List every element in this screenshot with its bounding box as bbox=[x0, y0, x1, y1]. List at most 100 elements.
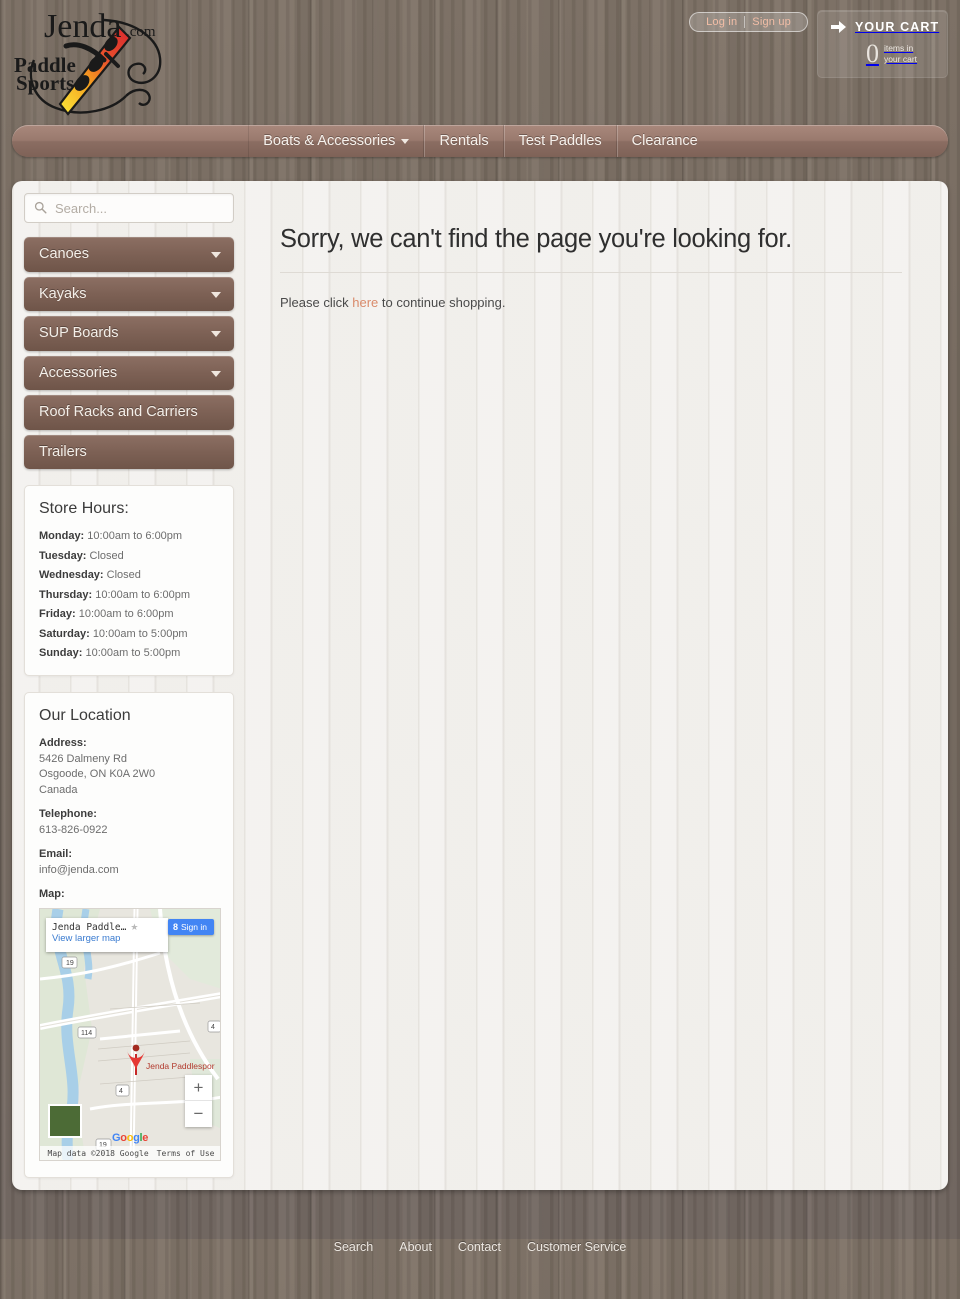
sidebar-item-label: Roof Racks and Carriers bbox=[39, 404, 198, 421]
sidebar-item-label: SUP Boards bbox=[39, 325, 119, 342]
page-message: Please click here to continue shopping. bbox=[280, 295, 902, 310]
map-label: Map: bbox=[39, 888, 65, 901]
message-suffix: to continue shopping. bbox=[378, 295, 506, 310]
nav-item-rentals[interactable]: Rentals bbox=[424, 125, 504, 157]
map-streetview-thumbnail[interactable] bbox=[48, 1104, 82, 1139]
sidebar-item-canoes[interactable]: Canoes bbox=[24, 237, 234, 272]
footer-link-search[interactable]: Search bbox=[334, 1240, 374, 1254]
logo-kayak-icon: Jenda .com Paddle Sports bbox=[14, 8, 162, 116]
location-map[interactable]: 19 114 4 4 19 bbox=[39, 908, 221, 1162]
hours-row: Thursday: 10:00am to 6:00pm bbox=[39, 589, 219, 601]
hours-time: 10:00am to 6:00pm bbox=[95, 588, 191, 601]
nav-label: Rentals bbox=[439, 133, 489, 149]
nav-label: Clearance bbox=[631, 133, 698, 149]
signup-link[interactable]: Sign up bbox=[745, 16, 798, 28]
hours-day: Tuesday: bbox=[39, 549, 87, 562]
footer-link-customer-service[interactable]: Customer Service bbox=[527, 1240, 626, 1254]
sidebar-item-sup-boards[interactable]: SUP Boards bbox=[24, 316, 234, 351]
nav-label: Boats & Accessories bbox=[263, 133, 396, 149]
site-footer: Search About Contact Customer Service bbox=[0, 1190, 960, 1299]
login-link[interactable]: Log in bbox=[699, 16, 744, 28]
map-zoom-controls[interactable]: + − bbox=[185, 1075, 212, 1128]
message-prefix: Please click bbox=[280, 295, 353, 310]
cart-subtext-line2: your cart bbox=[883, 54, 918, 64]
sidebar-item-label: Kayaks bbox=[39, 285, 87, 302]
main-content: Sorry, we can't find the page you're loo… bbox=[246, 193, 936, 1178]
cart-count-row: 0 items in your cart bbox=[818, 41, 947, 67]
footer-link-contact[interactable]: Contact bbox=[458, 1240, 501, 1254]
svg-text:19: 19 bbox=[66, 960, 74, 967]
cart-title: YOUR CART bbox=[855, 20, 940, 34]
map-place-card[interactable]: Jenda Paddle… ★ View larger map bbox=[46, 918, 168, 953]
chevron-down-icon bbox=[211, 291, 221, 298]
map-attribution: Map data ©2018 Google Terms of Use bbox=[40, 1146, 220, 1161]
sidebar: Canoes Kayaks SUP Boards Accessories Roo… bbox=[24, 193, 246, 1179]
footer-link-about[interactable]: About bbox=[399, 1240, 432, 1254]
sidebar-item-roof-racks-and-carriers[interactable]: Roof Racks and Carriers bbox=[24, 395, 234, 430]
nav-item-test-paddles[interactable]: Test Paddles bbox=[503, 125, 617, 157]
sidebar-item-kayaks[interactable]: Kayaks bbox=[24, 276, 234, 312]
sidebar-item-label: Accessories bbox=[39, 364, 118, 381]
email-value: info@jenda.com bbox=[39, 863, 119, 876]
our-location-card: Our Location Address: 5426 Dalmeny Rd Os… bbox=[24, 692, 234, 1179]
hours-row: Friday: 10:00am to 6:00pm bbox=[39, 608, 219, 620]
telephone-label: Telephone: bbox=[39, 807, 97, 820]
svg-text:4: 4 bbox=[211, 1024, 215, 1031]
map-place-title: Jenda Paddle… bbox=[52, 922, 127, 934]
map-signin-button[interactable]: 8 Sign in bbox=[167, 919, 214, 936]
nav-item-clearance[interactable]: Clearance bbox=[616, 125, 712, 157]
hours-day: Thursday: bbox=[39, 588, 93, 601]
map-data-credit: Map data ©2018 Google bbox=[47, 1148, 149, 1158]
map-terms-link[interactable]: Terms of Use bbox=[157, 1149, 215, 1158]
sidebar-item-label: Trailers bbox=[39, 443, 87, 460]
svg-text:.com: .com bbox=[126, 24, 156, 40]
chevron-down-icon bbox=[211, 370, 221, 377]
map-zoom-in-button[interactable]: + bbox=[185, 1075, 212, 1102]
search-input[interactable] bbox=[24, 193, 234, 223]
hours-day: Monday: bbox=[39, 530, 85, 543]
site-logo[interactable]: Jenda .com Paddle Sports bbox=[8, 2, 183, 124]
email-label: Email: bbox=[39, 847, 73, 860]
address-line-2: Osgoode, ON K0A 2W0 bbox=[39, 768, 156, 781]
hours-day: Friday: bbox=[39, 608, 76, 621]
search-icon bbox=[34, 201, 47, 214]
hours-day: Wednesday: bbox=[39, 569, 104, 582]
hours-day: Saturday: bbox=[39, 627, 90, 640]
address-line-3: Canada bbox=[39, 783, 78, 796]
svg-text:Sports: Sports bbox=[16, 71, 74, 95]
site-header: Jenda .com Paddle Sports Log in Sign up … bbox=[0, 0, 960, 125]
telephone-value: 613-826-0922 bbox=[39, 823, 108, 836]
cart-count: 0 bbox=[865, 39, 879, 68]
chevron-down-icon bbox=[211, 331, 221, 338]
hours-time: 10:00am to 6:00pm bbox=[78, 608, 174, 621]
continue-shopping-link[interactable]: here bbox=[352, 295, 378, 310]
map-signin-label: Sign in bbox=[181, 922, 207, 933]
our-location-title: Our Location bbox=[39, 707, 131, 725]
hours-row: Wednesday: Closed bbox=[39, 569, 219, 581]
view-larger-map-link[interactable]: View larger map bbox=[52, 933, 162, 944]
hours-row: Sunday: 10:00am to 5:00pm bbox=[39, 647, 219, 659]
store-hours-card: Store Hours: Monday: 10:00am to 6:00pm T… bbox=[24, 485, 234, 677]
address-line-1: 5426 Dalmeny Rd bbox=[39, 753, 128, 766]
svg-text:Jenda: Jenda bbox=[44, 8, 121, 45]
sidebar-item-accessories[interactable]: Accessories bbox=[24, 355, 234, 391]
page-panel: Canoes Kayaks SUP Boards Accessories Roo… bbox=[12, 181, 948, 1191]
cart-subtext-line1: items in bbox=[883, 43, 914, 54]
store-hours-title: Store Hours: bbox=[39, 500, 129, 518]
address-label: Address: bbox=[39, 737, 87, 750]
star-icon[interactable]: ★ bbox=[130, 922, 138, 933]
google-plus-icon: 8 bbox=[172, 922, 178, 933]
map-zoom-out-button[interactable]: − bbox=[185, 1101, 212, 1127]
hours-time: 10:00am to 5:00pm bbox=[92, 627, 188, 640]
svg-text:114: 114 bbox=[81, 1030, 92, 1037]
sidebar-item-trailers[interactable]: Trailers bbox=[24, 434, 234, 470]
cart-subtext: items in your cart bbox=[884, 43, 917, 64]
nav-label: Test Paddles bbox=[518, 133, 602, 149]
arrow-right-icon bbox=[831, 21, 847, 33]
nav-item-boats-accessories[interactable]: Boats & Accessories bbox=[248, 125, 425, 157]
hours-row: Saturday: 10:00am to 5:00pm bbox=[39, 628, 219, 640]
chevron-down-icon bbox=[401, 138, 410, 144]
sidebar-item-label: Canoes bbox=[39, 246, 89, 262]
hours-row: Monday: 10:00am to 6:00pm bbox=[39, 530, 219, 542]
cart-button[interactable]: YOUR CART 0 items in your cart bbox=[817, 10, 948, 78]
